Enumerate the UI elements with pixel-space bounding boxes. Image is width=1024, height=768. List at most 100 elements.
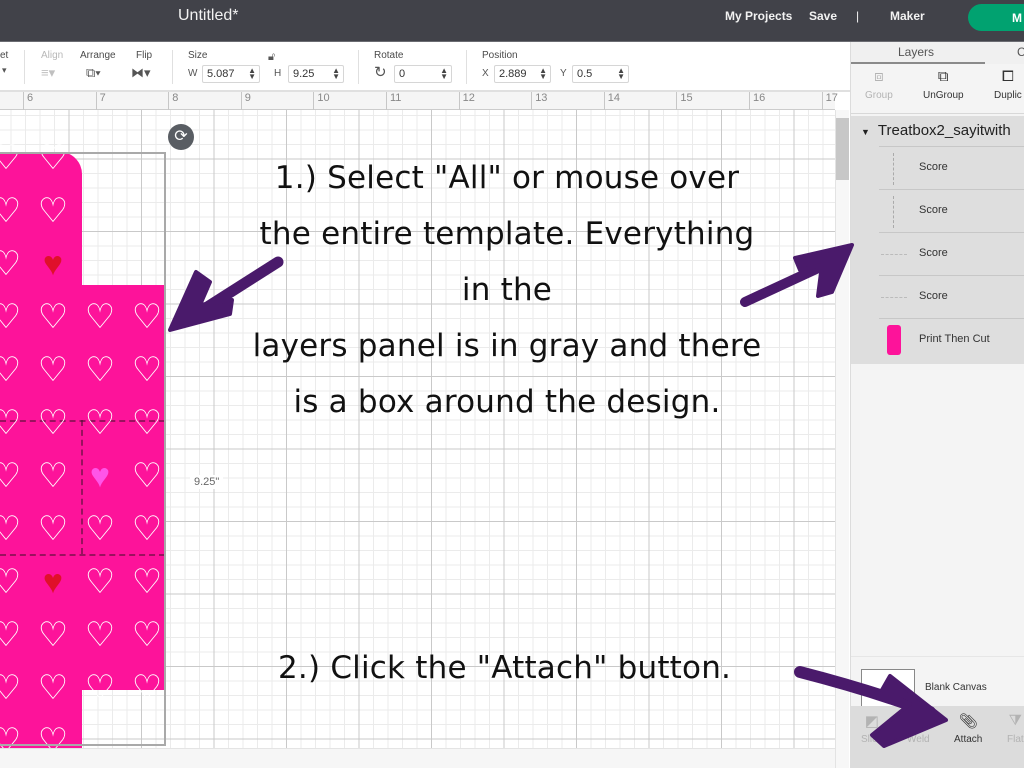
instruction-line: layers panel is in gray and there (252, 328, 762, 364)
offset-label: et (0, 50, 9, 61)
layer-item[interactable]: Print Then Cut (879, 318, 1024, 361)
rotate-handle-icon[interactable]: ⟳ (168, 124, 194, 150)
y-label: Y (560, 68, 567, 79)
design-space-window: Untitled* My Projects Save | Maker M et … (0, 0, 1024, 768)
slice-label: Slice (861, 734, 883, 745)
ruler-tick: 14 (603, 92, 620, 110)
weld-icon: ◫ (911, 713, 926, 730)
make-it-button[interactable]: M (968, 4, 1024, 31)
duplicate-button[interactable]: ⧠ Duplic (994, 68, 1022, 101)
width-input[interactable]: 5.087 ▲ ▼ (202, 65, 260, 83)
flip-icon[interactable]: ⧓▾ (131, 65, 151, 81)
ungroup-icon: ⧉ (937, 68, 949, 85)
rotate-label: Rotate (374, 50, 404, 61)
paperclip-icon: 📎︎ (958, 713, 978, 730)
align-icon[interactable]: ≡▾ (41, 65, 55, 81)
design-thumbnail (887, 325, 901, 355)
layer-label: Score (919, 204, 948, 216)
instruction-step-1: 1.) Select "All" or mouse over the entir… (222, 150, 792, 430)
weld-button[interactable]: ◫ Weld (907, 712, 930, 745)
blank-canvas-row[interactable]: Blank Canvas (851, 656, 1024, 707)
layer-item[interactable]: Score (879, 232, 1024, 275)
nav-separator: | (856, 9, 860, 23)
rotate-stepper[interactable]: ▲ ▼ (440, 67, 448, 81)
rotate-value: 0 (399, 68, 406, 80)
selection-bounding-box[interactable] (0, 152, 166, 746)
width-value: 5.087 (207, 68, 235, 80)
score-thumbnail (881, 297, 907, 298)
tab-layers[interactable]: Layers (898, 45, 934, 59)
slice-button[interactable]: ◩ Slice (861, 712, 883, 745)
flip-label: Flip (136, 50, 153, 61)
flatten-icon: ⧩ (1008, 712, 1023, 729)
align-label: Align (41, 50, 64, 61)
divider (466, 50, 467, 84)
x-stepper[interactable]: ▲ ▼ (539, 67, 547, 81)
score-thumbnail (893, 153, 894, 185)
ungroup-button[interactable]: ⧉ UnGroup (923, 68, 964, 101)
y-position-input[interactable]: 0.5 ▲ ▼ (572, 65, 629, 83)
instruction-line: in the (461, 272, 553, 308)
arrange-icon[interactable]: ⧉▾ (86, 65, 101, 81)
ruler-tick: 17 (821, 92, 838, 110)
ruler-tick: 10 (313, 92, 330, 110)
attach-button[interactable]: 📎︎ Attach (954, 712, 982, 745)
layer-item[interactable]: Score (879, 146, 1024, 189)
machine-selector[interactable]: Maker (890, 9, 925, 23)
save-link[interactable]: Save (809, 9, 837, 23)
group-label: Group (865, 90, 893, 101)
top-bar: Untitled* My Projects Save | Maker M (0, 0, 1024, 42)
panel-tabs: Layers C (851, 42, 1024, 64)
height-input[interactable]: 9.25 ▲ ▼ (288, 65, 344, 83)
instruction-step-2: 2.) Click the "Attach" button. (278, 650, 732, 686)
lock-icon[interactable]: 🔓︎ (268, 51, 275, 64)
layer-item[interactable]: Score (879, 189, 1024, 232)
scroll-thumb[interactable] (836, 118, 849, 180)
blank-canvas-label: Blank Canvas (925, 682, 987, 693)
group-name: Treatbox2_sayitwith (877, 122, 1011, 139)
ruler-tick: 6 (23, 92, 33, 110)
group-icon: ⧈ (874, 68, 884, 85)
offset-dropdown-icon[interactable]: ▾ (2, 65, 7, 76)
position-label: Position (482, 50, 518, 61)
layer-label: Score (919, 161, 948, 173)
horizontal-scrollbar[interactable] (0, 748, 835, 768)
ruler-tick: 16 (749, 92, 765, 110)
flatten-label: Flat (1007, 734, 1024, 745)
flatten-button[interactable]: ⧩ Flat (1007, 712, 1024, 745)
score-thumbnail (893, 196, 894, 228)
height-stepper[interactable]: ▲ ▼ (332, 67, 340, 81)
layer-group[interactable]: ▼ Treatbox2_sayitwith (851, 122, 1011, 139)
collapse-caret-icon[interactable]: ▼ (861, 127, 870, 137)
ruler-tick: 9 (240, 92, 251, 110)
project-title: Untitled* (178, 7, 239, 24)
divider (172, 50, 173, 84)
y-stepper[interactable]: ▲ ▼ (617, 67, 625, 81)
size-label: Size (188, 50, 208, 61)
ruler-tick: 7 (95, 92, 106, 110)
arrange-label: Arrange (80, 50, 116, 61)
height-value: 9.25 (293, 68, 315, 80)
ruler-tick: 15 (676, 92, 693, 110)
attach-label: Attach (954, 734, 983, 745)
ruler-tick: 13 (531, 92, 547, 110)
vertical-scrollbar[interactable] (835, 110, 849, 768)
x-position-input[interactable]: 2.889 ▲ ▼ (494, 65, 551, 83)
x-label: X (482, 68, 489, 79)
layer-tools: ⧈ Group ⧉ UnGroup ⧠ Duplic (851, 64, 1024, 114)
layer-label: Print Then Cut (919, 333, 990, 345)
my-projects-link[interactable]: My Projects (725, 9, 792, 23)
layers-list: ▼ Treatbox2_sayitwith Score Score Score S… (851, 116, 1024, 364)
rotate-input[interactable]: 0 ▲ ▼ (394, 65, 452, 83)
weld-label: Weld (907, 734, 930, 745)
tab-color-sync[interactable]: C (1017, 45, 1024, 59)
layers-panel: Layers C ⧈ Group ⧉ UnGroup ⧠ Duplic ▼ Treatb… (850, 42, 1024, 768)
width-stepper[interactable]: ▲ ▼ (248, 67, 256, 81)
layer-item[interactable]: Score (879, 275, 1024, 318)
duplicate-icon: ⧠ (1001, 68, 1014, 85)
slice-icon: ◩ (864, 713, 879, 730)
canvas-swatch[interactable] (861, 669, 915, 707)
ruler-tick: 11 (386, 92, 401, 110)
group-button[interactable]: ⧈ Group (865, 68, 893, 101)
horizontal-ruler: 6 7 8 9 10 11 12 13 14 15 16 17 (0, 92, 838, 110)
